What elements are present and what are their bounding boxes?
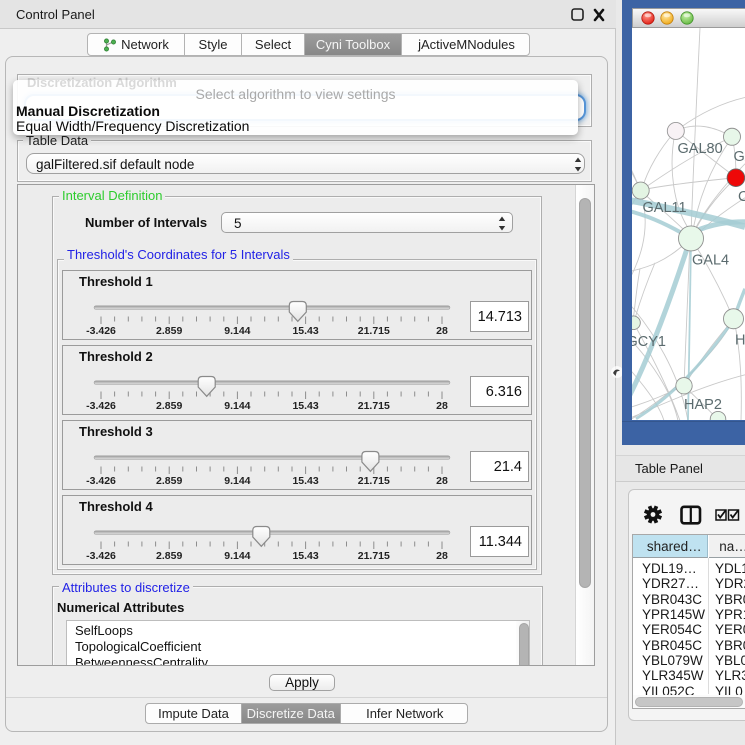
svg-text:28: 28 — [436, 550, 448, 562]
svg-text:2.859: 2.859 — [156, 475, 182, 487]
svg-text:28: 28 — [436, 325, 448, 337]
svg-text:C: C — [738, 188, 745, 204]
svg-text:2.859: 2.859 — [156, 550, 182, 562]
svg-text:15.43: 15.43 — [292, 400, 318, 412]
svg-text:15.43: 15.43 — [292, 325, 318, 337]
svg-text:28: 28 — [436, 400, 448, 412]
svg-text:9.144: 9.144 — [224, 400, 250, 412]
svg-text:2.859: 2.859 — [156, 400, 182, 412]
svg-text:15.43: 15.43 — [292, 475, 318, 487]
svg-text:GAL11: GAL11 — [643, 199, 687, 215]
svg-text:-3.426: -3.426 — [86, 325, 116, 337]
svg-text:15.43: 15.43 — [292, 550, 318, 562]
svg-text:9.144: 9.144 — [224, 475, 250, 487]
svg-text:HAP2: HAP2 — [684, 396, 722, 412]
svg-text:21.715: 21.715 — [358, 325, 390, 337]
svg-text:28: 28 — [436, 475, 448, 487]
svg-text:9.144: 9.144 — [224, 325, 250, 337]
svg-text:2.859: 2.859 — [156, 325, 182, 337]
svg-text:GAL4: GAL4 — [692, 252, 729, 268]
svg-text:21.715: 21.715 — [358, 475, 390, 487]
svg-text:-3.426: -3.426 — [86, 400, 116, 412]
svg-text:GAL80: GAL80 — [678, 140, 723, 156]
svg-text:GCY1: GCY1 — [632, 333, 666, 349]
svg-text:21.715: 21.715 — [358, 550, 390, 562]
svg-text:9.144: 9.144 — [224, 550, 250, 562]
svg-text:HA: HA — [735, 332, 745, 348]
svg-text:21.715: 21.715 — [358, 400, 390, 412]
svg-text:-3.426: -3.426 — [86, 550, 116, 562]
svg-text:-3.426: -3.426 — [86, 475, 116, 487]
svg-text:GA: GA — [734, 148, 745, 164]
